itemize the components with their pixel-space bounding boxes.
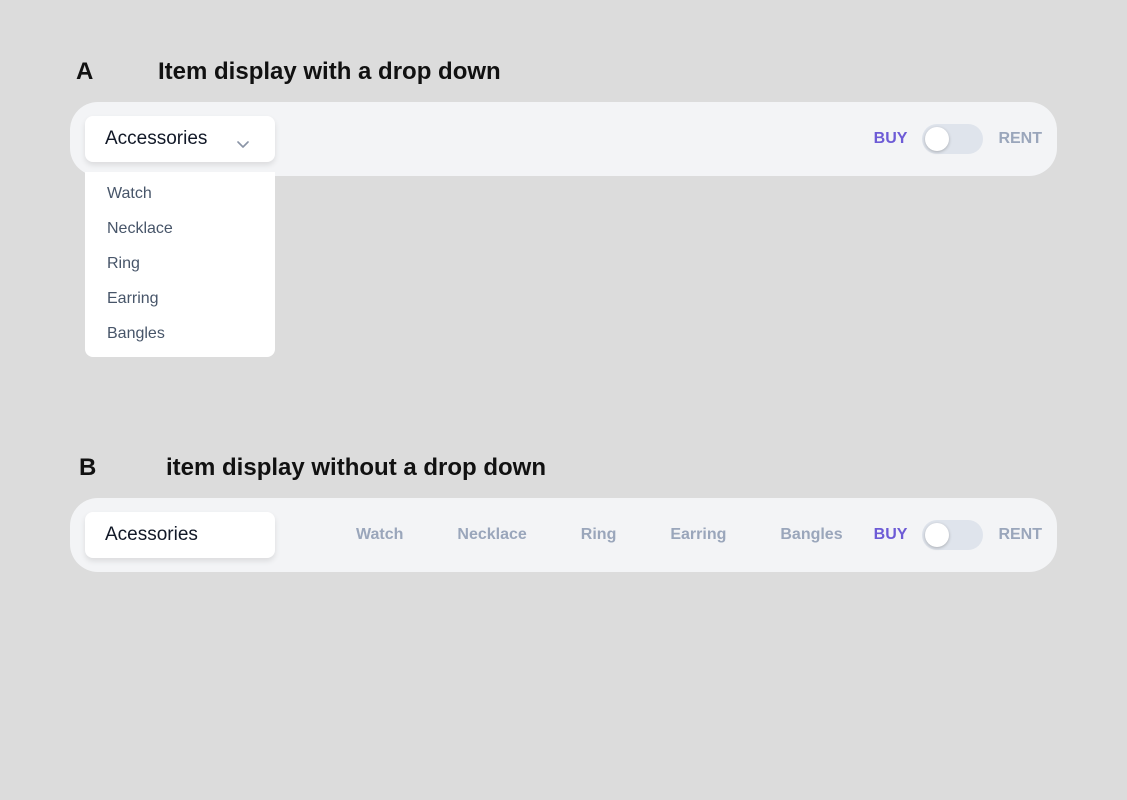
section-b-filter-bar: Acessories Watch Necklace Ring Earring B… bbox=[70, 498, 1057, 572]
category-select-value: Accessories bbox=[105, 128, 208, 149]
rent-label[interactable]: RENT bbox=[998, 130, 1042, 148]
section-b-title: item display without a drop down bbox=[166, 454, 547, 481]
buy-rent-switch[interactable] bbox=[922, 520, 984, 550]
section-a-title: Item display with a drop down bbox=[158, 58, 501, 85]
section-b-letter: B bbox=[79, 454, 97, 481]
category-select[interactable]: Accessories bbox=[85, 116, 275, 162]
switch-knob bbox=[925, 523, 950, 547]
section-a-letter: A bbox=[76, 58, 94, 85]
dropdown-item-ring[interactable]: Ring bbox=[85, 250, 275, 285]
section-a-filter-bar: Accessories BUY RENT bbox=[70, 102, 1057, 176]
category-dropdown-menu: Watch Necklace Ring Earring Bangles bbox=[85, 172, 275, 357]
tab-watch[interactable]: Watch bbox=[329, 526, 430, 544]
tab-earring[interactable]: Earring bbox=[643, 526, 753, 544]
page: A Item display with a drop down Accessor… bbox=[0, 0, 1127, 800]
chevron-down-icon bbox=[237, 133, 249, 148]
buy-rent-toggle-group: BUY RENT bbox=[874, 124, 1042, 154]
dropdown-item-watch[interactable]: Watch bbox=[85, 180, 275, 215]
buy-rent-toggle-group: BUY RENT bbox=[874, 520, 1042, 550]
switch-knob bbox=[925, 127, 950, 151]
category-button-label: Acessories bbox=[105, 524, 198, 545]
category-button[interactable]: Acessories bbox=[85, 512, 275, 558]
tab-bangles[interactable]: Bangles bbox=[753, 526, 869, 544]
dropdown-item-earring[interactable]: Earring bbox=[85, 285, 275, 320]
buy-label[interactable]: BUY bbox=[874, 130, 908, 148]
category-tabs: Watch Necklace Ring Earring Bangles bbox=[329, 498, 870, 572]
rent-label[interactable]: RENT bbox=[998, 526, 1042, 544]
buy-rent-switch[interactable] bbox=[922, 124, 984, 154]
dropdown-item-necklace[interactable]: Necklace bbox=[85, 215, 275, 250]
tab-necklace[interactable]: Necklace bbox=[430, 526, 553, 544]
tab-ring[interactable]: Ring bbox=[554, 526, 644, 544]
buy-label[interactable]: BUY bbox=[874, 526, 908, 544]
dropdown-item-bangles[interactable]: Bangles bbox=[85, 320, 275, 355]
